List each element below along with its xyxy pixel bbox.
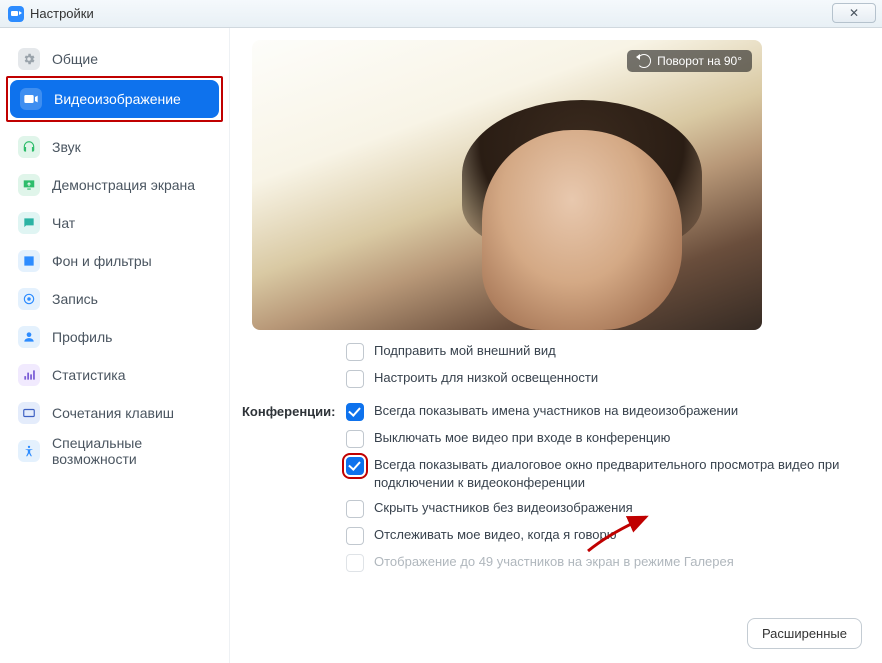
option-show-names[interactable]: Всегда показывать имена участников на ви… xyxy=(346,402,862,421)
zoom-app-icon xyxy=(8,6,24,22)
option-label: Выключать мое видео при входе в конферен… xyxy=(374,429,670,447)
gear-icon xyxy=(18,48,40,70)
sidebar-item-statistics[interactable]: Статистика xyxy=(8,356,221,394)
sidebar-item-label: Фон и фильтры xyxy=(52,253,152,269)
headphones-icon xyxy=(18,136,40,158)
checkbox[interactable] xyxy=(346,430,364,448)
checkbox[interactable] xyxy=(346,500,364,518)
sidebar-item-label: Чат xyxy=(52,215,75,231)
sidebar-item-label: Запись xyxy=(52,291,98,307)
advanced-button[interactable]: Расширенные xyxy=(747,618,862,649)
keyboard-icon xyxy=(18,402,40,424)
checkbox xyxy=(346,554,364,572)
option-label: Всегда показывать имена участников на ви… xyxy=(374,402,738,420)
sidebar-item-label: Профиль xyxy=(52,329,112,345)
checkbox[interactable] xyxy=(346,403,364,421)
option-label: Подправить мой внешний вид xyxy=(374,342,556,360)
titlebar: Настройки ✕ xyxy=(0,0,882,28)
sidebar-item-profile[interactable]: Профиль xyxy=(8,318,221,356)
sidebar-item-label: Статистика xyxy=(52,367,126,383)
section-label-meetings: Конференции: xyxy=(242,402,332,572)
window-body: Общие Видеоизображение Звук Демонстрация… xyxy=(0,28,882,663)
video-icon xyxy=(20,88,42,110)
option-gallery-49: Отображение до 49 участников на экран в … xyxy=(346,553,862,572)
sidebar-item-video[interactable]: Видеоизображение xyxy=(10,80,219,118)
checkbox[interactable] xyxy=(346,343,364,361)
sidebar-item-label: Видеоизображение xyxy=(54,91,181,107)
sidebar-item-general[interactable]: Общие xyxy=(8,40,221,78)
preview-figure xyxy=(482,130,682,330)
sidebar: Общие Видеоизображение Звук Демонстрация… xyxy=(0,28,230,663)
sidebar-item-label: Общие xyxy=(52,51,98,67)
checkbox[interactable] xyxy=(346,370,364,388)
checkbox[interactable] xyxy=(346,527,364,545)
checkbox[interactable] xyxy=(346,457,364,475)
option-low-light[interactable]: Настроить для низкой освещенности xyxy=(346,369,862,388)
background-icon xyxy=(18,250,40,272)
sidebar-item-label: Специальные возможности xyxy=(52,435,211,467)
meetings-options: Конференции: Всегда показывать имена уча… xyxy=(242,402,862,572)
rotate-icon xyxy=(637,54,651,68)
option-label: Настроить для низкой освещенности xyxy=(374,369,598,387)
sidebar-item-label: Звук xyxy=(52,139,81,155)
sidebar-item-label: Демонстрация экрана xyxy=(52,177,195,193)
sidebar-item-audio[interactable]: Звук xyxy=(8,128,221,166)
options-column: Всегда показывать имена участников на ви… xyxy=(346,402,862,572)
option-turn-off-video[interactable]: Выключать мое видео при входе в конферен… xyxy=(346,429,862,448)
spacer xyxy=(242,342,332,388)
option-preview-dialog[interactable]: Всегда показывать диалоговое окно предва… xyxy=(346,456,862,491)
option-label: Всегда показывать диалоговое окно предва… xyxy=(374,456,862,491)
accessibility-icon xyxy=(18,440,40,462)
rotate-label: Поворот на 90° xyxy=(657,54,742,68)
statistics-icon xyxy=(18,364,40,386)
sidebar-item-accessibility[interactable]: Специальные возможности xyxy=(8,432,221,470)
sidebar-item-background[interactable]: Фон и фильтры xyxy=(8,242,221,280)
options-column: Подправить мой внешний вид Настроить для… xyxy=(346,342,862,388)
close-button[interactable]: ✕ xyxy=(832,3,876,23)
sidebar-item-share-screen[interactable]: Демонстрация экрана xyxy=(8,166,221,204)
option-label: Скрыть участников без видеоизображения xyxy=(374,499,633,517)
video-preview: Поворот на 90° xyxy=(252,40,762,330)
rotate-90-button[interactable]: Поворот на 90° xyxy=(627,50,752,72)
content-pane: Поворот на 90° Подправить мой внешний ви… xyxy=(230,28,882,663)
sidebar-item-shortcuts[interactable]: Сочетания клавиш xyxy=(8,394,221,432)
option-label: Отслеживать мое видео, когда я говорю xyxy=(374,526,617,544)
sidebar-item-recording[interactable]: Запись xyxy=(8,280,221,318)
record-icon xyxy=(18,288,40,310)
option-touch-up[interactable]: Подправить мой внешний вид xyxy=(346,342,862,361)
window-title: Настройки xyxy=(30,6,94,21)
option-hide-non-video[interactable]: Скрыть участников без видеоизображения xyxy=(346,499,862,518)
profile-icon xyxy=(18,326,40,348)
sidebar-item-chat[interactable]: Чат xyxy=(8,204,221,242)
option-label: Отображение до 49 участников на экран в … xyxy=(374,553,734,571)
screen-share-icon xyxy=(18,174,40,196)
sidebar-item-label: Сочетания клавиш xyxy=(52,405,174,421)
my-video-options: Подправить мой внешний вид Настроить для… xyxy=(242,342,862,388)
option-spotlight[interactable]: Отслеживать мое видео, когда я говорю xyxy=(346,526,862,545)
chat-icon xyxy=(18,212,40,234)
highlight-annotation: Видеоизображение xyxy=(6,76,223,122)
